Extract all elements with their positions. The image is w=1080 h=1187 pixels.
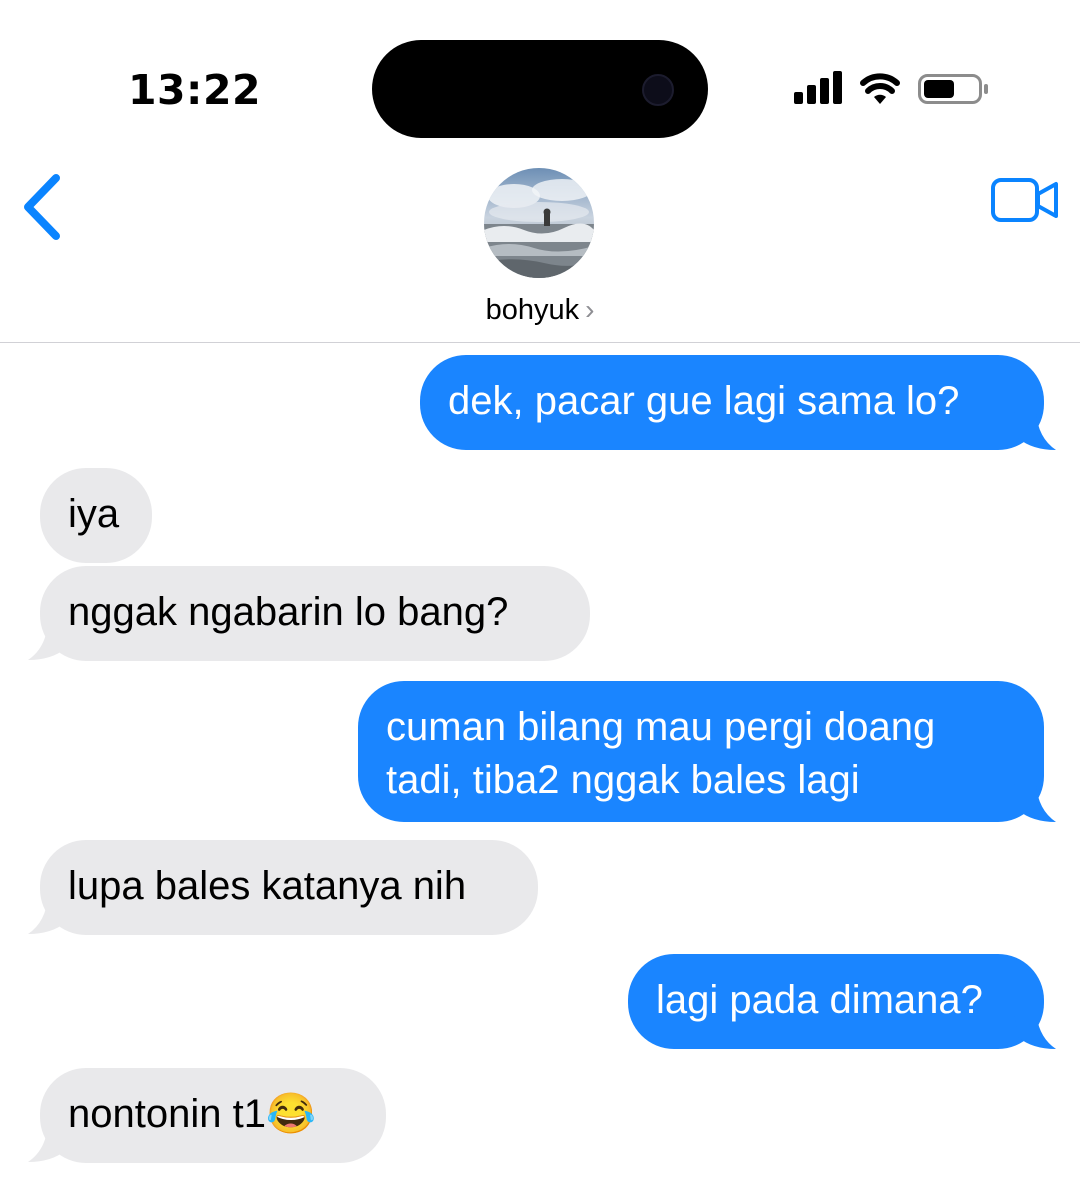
battery-icon [918,74,988,104]
bubble-tail [1014,784,1056,822]
status-icons [794,70,994,115]
back-button[interactable] [18,172,66,247]
message-bubble-incoming[interactable]: lupa bales katanya nih [40,840,538,935]
contact-name: bohyuk [485,294,580,326]
message-bubble-incoming[interactable]: nggak ngabarin lo bang? [40,566,590,661]
message-text: iya [68,492,120,536]
front-camera-icon [642,74,674,106]
message-bubble-outgoing[interactable]: lagi pada dimana? [628,954,1044,1049]
messages-screen: 13:22 bohyuk › dek, pacar gue lagi sama … [0,0,1080,1187]
contact-avatar[interactable] [484,168,594,278]
message-bubble-outgoing[interactable]: dek, pacar gue lagi sama lo? [420,355,1044,450]
video-camera-icon [991,178,1058,222]
bubble-tail [1014,412,1056,450]
message-bubble-incoming[interactable]: iya [40,468,152,563]
facetime-video-button[interactable] [990,176,1060,229]
chevron-left-icon [24,174,60,240]
message-bubble-outgoing[interactable]: cuman bilang mau pergi doang tadi, tiba2… [358,681,1044,822]
bubble-tail [28,896,70,934]
bubble-tail [1014,1011,1056,1049]
wifi-icon [860,73,900,104]
message-text: nggak ngabarin lo bang? [68,590,509,634]
message-text: dek, pacar gue lagi sama lo? [448,379,960,423]
cellular-signal-icon [794,71,842,104]
message-text: lupa bales katanya nih [68,864,467,908]
message-text: nontonin t1😂 [68,1092,316,1136]
chevron-right-icon: › [585,294,595,325]
message-text: cuman bilang mau pergi doang tadi, tiba2… [386,705,936,802]
bubble-tail [28,1124,70,1162]
status-time: 13:22 [128,66,262,114]
bubble-tail [28,622,70,660]
contact-name-button[interactable]: bohyuk › [0,294,1080,327]
message-text: lagi pada dimana? [656,978,983,1022]
header-divider [0,342,1080,343]
message-bubble-incoming[interactable]: nontonin t1😂 [40,1068,386,1163]
